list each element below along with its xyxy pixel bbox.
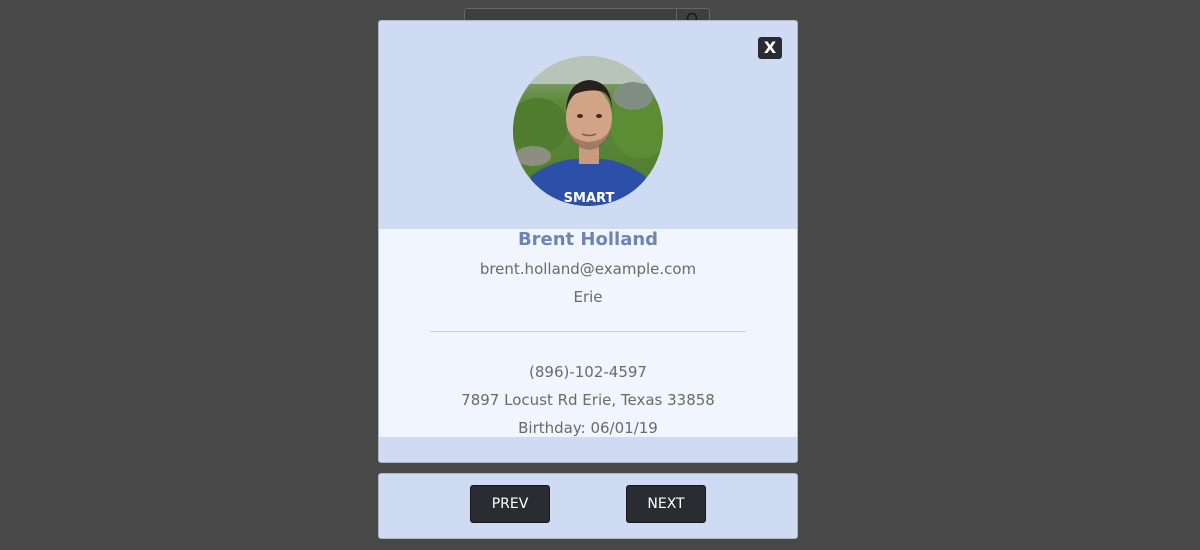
- modal-header: X SMART: [379, 21, 797, 229]
- page: X SMART Brent Holland brent.holland@exam…: [0, 0, 1200, 550]
- employee-email: brent.holland@example.com: [479, 260, 697, 278]
- close-button[interactable]: X: [758, 37, 782, 59]
- employee-city: Erie: [573, 288, 603, 306]
- avatar: SMART: [513, 56, 663, 206]
- modal-navigation: PREV NEXT: [378, 473, 798, 539]
- background-search-input: [464, 8, 677, 20]
- next-button[interactable]: NEXT: [626, 485, 706, 523]
- employee-modal: X SMART Brent Holland brent.holland@exam…: [378, 20, 798, 463]
- profile-details: Brent Holland brent.holland@example.com …: [379, 229, 797, 437]
- employee-name: Brent Holland: [517, 229, 659, 250]
- background-search-bar: [464, 8, 710, 24]
- employee-address: 7897 Locust Rd Erie, Texas 33858: [461, 391, 715, 409]
- employee-phone: (896)-102-4597: [529, 363, 647, 381]
- prev-button[interactable]: PREV: [470, 485, 550, 523]
- divider: [430, 331, 746, 332]
- background-search-button: [677, 8, 710, 24]
- svg-text:SMART: SMART: [564, 191, 615, 206]
- employee-birthday: Birthday: 06/01/19: [518, 419, 658, 437]
